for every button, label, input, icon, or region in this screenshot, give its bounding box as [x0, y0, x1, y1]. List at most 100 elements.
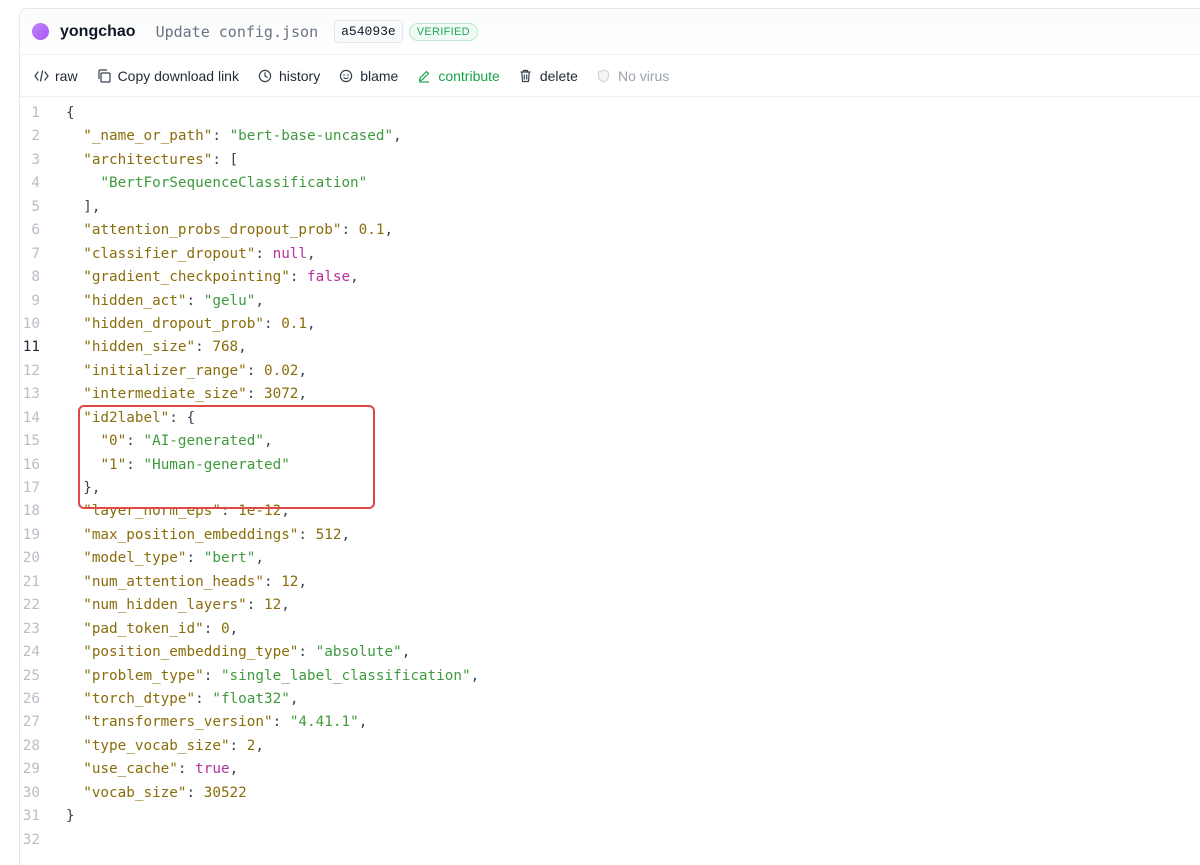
- line-content: "type_vocab_size": 2,: [83, 737, 264, 754]
- blame-label: blame: [360, 67, 399, 84]
- line-number[interactable]: 16: [0, 454, 66, 477]
- line-number[interactable]: 14: [0, 407, 66, 430]
- raw-button[interactable]: raw: [33, 68, 78, 84]
- code-line: 21 "num_attention_heads": 12,: [0, 571, 1200, 594]
- line-content: "gradient_checkpointing": false,: [83, 269, 359, 286]
- line-number[interactable]: 21: [0, 571, 66, 594]
- line-number[interactable]: 6: [0, 219, 66, 242]
- line-content: "max_position_embeddings": 512,: [83, 526, 351, 543]
- line-content: "initializer_range": 0.02,: [83, 362, 308, 379]
- line-number[interactable]: 15: [0, 430, 66, 453]
- line-number[interactable]: 26: [0, 688, 66, 711]
- line-content: "hidden_dropout_prob": 0.1,: [83, 315, 316, 332]
- code-line: 26 "torch_dtype": "float32",: [0, 688, 1200, 711]
- line-content: "transformers_version": "4.41.1",: [83, 714, 368, 731]
- line-number[interactable]: 27: [0, 711, 66, 734]
- delete-label: delete: [539, 67, 578, 84]
- line-number[interactable]: 13: [0, 383, 66, 406]
- code-line: 6 "attention_probs_dropout_prob": 0.1,: [0, 219, 1200, 242]
- line-number[interactable]: 25: [0, 665, 66, 688]
- line-content: {: [66, 105, 75, 121]
- line-number[interactable]: 1: [0, 102, 66, 125]
- line-number[interactable]: 7: [0, 243, 66, 266]
- line-content: "0": "AI-generated",: [100, 433, 273, 450]
- line-content: "id2label": {: [83, 409, 196, 426]
- code-line: 3 "architectures": [: [0, 149, 1200, 172]
- code-line: 2 "_name_or_path": "bert-base-uncased",: [0, 125, 1200, 148]
- code-line: 31}: [0, 805, 1200, 828]
- smiley-icon: [338, 68, 354, 84]
- line-number[interactable]: 22: [0, 594, 66, 617]
- line-number[interactable]: 17: [0, 477, 66, 500]
- line-number[interactable]: 2: [0, 125, 66, 148]
- line-number[interactable]: 9: [0, 290, 66, 313]
- history-label: history: [278, 67, 321, 84]
- code-line: 30 "vocab_size": 30522: [0, 782, 1200, 805]
- line-number[interactable]: 3: [0, 149, 66, 172]
- code-line: 28 "type_vocab_size": 2,: [0, 735, 1200, 758]
- copy-icon: [96, 68, 112, 84]
- line-number[interactable]: 19: [0, 524, 66, 547]
- line-content: "problem_type": "single_label_classifica…: [83, 667, 480, 684]
- code-icon: [33, 68, 49, 84]
- commit-author[interactable]: yongchao: [60, 23, 136, 41]
- code-line: 8 "gradient_checkpointing": false,: [0, 266, 1200, 289]
- code-line: 1{: [0, 102, 1200, 125]
- line-number[interactable]: 28: [0, 735, 66, 758]
- line-content: "attention_probs_dropout_prob": 0.1,: [83, 222, 394, 239]
- code-line: 14 "id2label": {: [0, 407, 1200, 430]
- line-number[interactable]: 31: [0, 805, 66, 828]
- commit-message[interactable]: Update config.json: [156, 23, 319, 41]
- contribute-label: contribute: [438, 67, 500, 84]
- pencil-icon: [416, 68, 432, 84]
- line-content: "num_attention_heads": 12,: [83, 573, 308, 590]
- line-content: "classifier_dropout": null,: [83, 245, 316, 262]
- line-content: "layer_norm_eps": 1e-12,: [83, 503, 290, 520]
- history-button[interactable]: history: [257, 68, 320, 84]
- line-number[interactable]: 4: [0, 172, 66, 195]
- blame-button[interactable]: blame: [338, 68, 398, 84]
- code-line: 17 },: [0, 477, 1200, 500]
- line-number[interactable]: 30: [0, 782, 66, 805]
- code-line: 5 ],: [0, 196, 1200, 219]
- commit-sha[interactable]: a54093e: [334, 20, 403, 43]
- line-content: "vocab_size": 30522: [83, 784, 247, 801]
- line-number[interactable]: 11: [0, 336, 66, 359]
- line-number[interactable]: 23: [0, 618, 66, 641]
- line-content: "hidden_size": 768,: [83, 339, 247, 356]
- raw-label: raw: [55, 67, 78, 84]
- line-content: },: [66, 480, 101, 496]
- code-line: 25 "problem_type": "single_label_classif…: [0, 665, 1200, 688]
- delete-button[interactable]: delete: [518, 68, 578, 84]
- no-virus-label: No virus: [617, 67, 670, 84]
- code-line: 27 "transformers_version": "4.41.1",: [0, 711, 1200, 734]
- code-line: 19 "max_position_embeddings": 512,: [0, 524, 1200, 547]
- code-line: 13 "intermediate_size": 3072,: [0, 383, 1200, 406]
- line-content: "architectures": [: [83, 151, 239, 168]
- copy-download-link-button[interactable]: Copy download link: [96, 68, 239, 84]
- code-line: 22 "num_hidden_layers": 12,: [0, 594, 1200, 617]
- shield-icon: [596, 68, 612, 84]
- line-number[interactable]: 29: [0, 758, 66, 781]
- line-number[interactable]: 20: [0, 547, 66, 570]
- line-content: "intermediate_size": 3072,: [83, 386, 308, 403]
- code-line: 9 "hidden_act": "gelu",: [0, 290, 1200, 313]
- line-content: "position_embedding_type": "absolute",: [83, 644, 411, 661]
- code-view: 1{2 "_name_or_path": "bert-base-uncased"…: [0, 102, 1200, 852]
- avatar[interactable]: [32, 23, 49, 40]
- contribute-button[interactable]: contribute: [416, 67, 500, 84]
- line-number[interactable]: 8: [0, 266, 66, 289]
- line-content: "use_cache": true,: [83, 761, 239, 778]
- line-number[interactable]: 5: [0, 196, 66, 219]
- trash-icon: [518, 68, 534, 84]
- line-number[interactable]: 10: [0, 313, 66, 336]
- line-number[interactable]: 32: [0, 829, 66, 852]
- line-number[interactable]: 24: [0, 641, 66, 664]
- code-line: 24 "position_embedding_type": "absolute"…: [0, 641, 1200, 664]
- code-line: 11 "hidden_size": 768,: [0, 336, 1200, 359]
- line-number[interactable]: 18: [0, 500, 66, 523]
- line-content: "hidden_act": "gelu",: [83, 292, 264, 309]
- line-number[interactable]: 12: [0, 360, 66, 383]
- clock-icon: [257, 68, 273, 84]
- code-line: 7 "classifier_dropout": null,: [0, 243, 1200, 266]
